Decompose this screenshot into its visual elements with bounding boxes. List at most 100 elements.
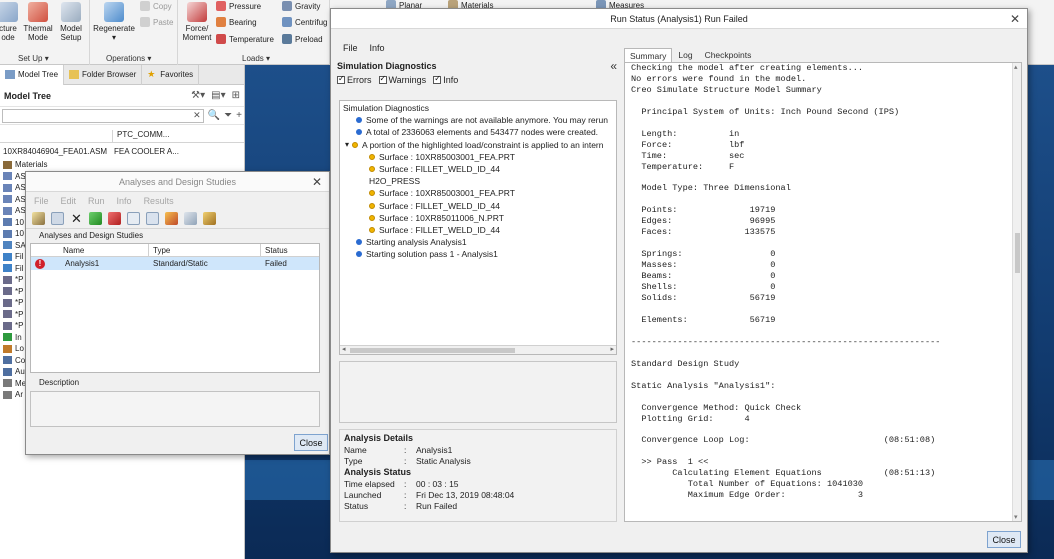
batch-icon[interactable] (203, 212, 216, 225)
show-icon[interactable]: ▤▾ (211, 90, 225, 101)
model-tree-header: Model Tree ⚒▾ ▤▾ ⊞ (0, 85, 244, 107)
col-status[interactable]: Status (261, 244, 319, 256)
thermal-mode-button[interactable]: Thermal Mode (22, 2, 54, 42)
close-button[interactable]: Close (987, 531, 1021, 548)
tab-checkpoints[interactable]: Checkpoints (699, 48, 758, 62)
paste-button[interactable]: Paste (140, 17, 173, 27)
preload-button[interactable]: Preload (282, 34, 323, 44)
warnings-checkbox[interactable]: Warnings (378, 74, 426, 85)
tab-summary[interactable]: Summary (624, 48, 673, 62)
delete-icon[interactable]: ✕ (70, 212, 83, 225)
diagnostic-item[interactable]: Surface : FILLET_WELD_ID_44 (340, 200, 616, 212)
find-icon[interactable]: 🔍 (208, 110, 220, 121)
close-icon[interactable]: ✕ (312, 175, 322, 189)
warning-icon (369, 214, 375, 221)
structure-mode-button[interactable]: cture ode (0, 2, 20, 42)
setup-group-label: Set Up ▾ (18, 54, 49, 63)
menu-results[interactable]: Results (144, 196, 174, 206)
tree-item-icon (3, 333, 12, 342)
menu-file[interactable]: File (34, 196, 49, 206)
preload-icon (282, 34, 292, 44)
tree-root[interactable]: 10XR84046904_FEA01.ASM FEA COOLER A... (0, 143, 244, 159)
horizontal-scrollbar[interactable]: ◂ ▸ (340, 345, 616, 354)
diagnostic-item[interactable]: A total of 2336063 elements and 543477 n… (340, 126, 616, 138)
diagnostic-item[interactable]: Surface : FILLET_WELD_ID_44 (340, 224, 616, 236)
edit-icon[interactable] (32, 212, 45, 225)
tree-item-icon (3, 195, 12, 204)
centrifugal-button[interactable]: Centrifug (282, 17, 327, 27)
diagnostic-item[interactable]: Starting solution pass 1 - Analysis1 (340, 248, 616, 260)
filter-icon[interactable]: ⏷ (224, 110, 232, 121)
operations-group: Regenerate ▾ Copy Paste Operations ▾ (90, 0, 178, 65)
review-results-icon[interactable] (146, 212, 159, 225)
add-column-icon[interactable]: + (236, 110, 242, 121)
tab-folder-browser[interactable]: Folder Browser (64, 64, 143, 85)
detail-row: Time elapsed:00 : 03 : 15 (344, 478, 459, 489)
close-icon[interactable]: ✕ (1010, 12, 1020, 26)
tab-favorites[interactable]: ★ Favorites (142, 64, 200, 85)
errors-checkbox[interactable]: Errors (337, 74, 372, 85)
tree-columns: PTC_COMM... (0, 125, 244, 143)
tree-item-icon (3, 264, 12, 273)
copy-icon (140, 1, 150, 11)
col-name[interactable]: Name (31, 244, 149, 256)
menu-file[interactable]: File (343, 43, 358, 53)
diagnostic-item[interactable]: Starting analysis Analysis1 (340, 236, 616, 248)
run-status-menubar: File Info (335, 39, 385, 56)
details-header: Analysis Details (344, 433, 414, 443)
diagnostic-item[interactable]: ▾ A portion of the highlighted load/const… (340, 139, 616, 151)
diagnostic-item[interactable]: Surface : 10XR85003001_FEA.PRT (340, 151, 616, 163)
model-setup-button[interactable]: Model Setup (56, 2, 86, 42)
tree-item-icon (3, 367, 12, 376)
copy-analysis-icon[interactable] (51, 212, 64, 225)
filter-tree-icon[interactable]: ⊞ (232, 90, 240, 101)
diagnostic-item[interactable]: Simulation Diagnostics (340, 102, 616, 114)
col-type[interactable]: Type (149, 244, 261, 256)
column-ptc-common[interactable]: PTC_COMM... (112, 130, 173, 142)
results-icon[interactable] (165, 212, 178, 225)
clear-search-icon[interactable]: ✕ (193, 110, 201, 121)
menu-run[interactable]: Run (88, 196, 105, 206)
settings-gear-icon[interactable] (184, 212, 197, 225)
settings-icon[interactable]: ⚒▾ (191, 90, 205, 101)
paste-icon (140, 17, 150, 27)
diagnostics-header-area: Simulation Diagnostics « Errors Warnings… (337, 59, 617, 87)
stop-run-icon[interactable] (108, 212, 121, 225)
diagnostic-item[interactable]: Some of the warnings are not available a… (340, 114, 616, 126)
bearing-button[interactable]: Bearing (216, 17, 257, 27)
vertical-scrollbar[interactable]: ▴ ▾ (1012, 63, 1021, 521)
diagnostic-item[interactable]: Surface : 10XR85003001_FEA.PRT (340, 187, 616, 199)
run-status-title: Run Status (Analysis1) Run Failed ✕ (331, 9, 1027, 29)
pressure-button[interactable]: Pressure (216, 1, 261, 11)
force-moment-button[interactable]: Force/ Moment (180, 2, 214, 42)
copy-button[interactable]: Copy (140, 1, 172, 11)
menu-info[interactable]: Info (370, 43, 385, 53)
diagnostics-list: Simulation Diagnostics Some of the warnin… (339, 100, 617, 355)
tree-item[interactable]: Materials (0, 159, 244, 171)
menu-edit[interactable]: Edit (61, 196, 77, 206)
tab-log[interactable]: Log (672, 48, 698, 62)
menu-info[interactable]: Info (117, 196, 132, 206)
start-run-icon[interactable] (89, 212, 102, 225)
status-icon[interactable] (127, 212, 140, 225)
diagnostics-filters: Errors Warnings Info (337, 73, 617, 87)
analyses-dialog-title: Analyses and Design Studies ✕ (26, 172, 329, 192)
table-row[interactable]: ! Analysis1 Standard/Static Failed (31, 257, 319, 270)
regenerate-button[interactable]: Regenerate ▾ (92, 2, 136, 42)
expand-icon[interactable]: ▾ (345, 140, 349, 149)
temperature-button[interactable]: Temperature (216, 34, 274, 44)
tab-model-tree[interactable]: Model Tree (0, 64, 65, 85)
tree-search-input[interactable]: ✕ (2, 108, 204, 123)
collapse-icon[interactable]: « (610, 59, 617, 73)
tree-item-icon (3, 275, 12, 284)
detail-row: Status: Run Failed (344, 500, 458, 511)
diagnostic-item[interactable]: Surface : FILLET_WELD_ID_44 (340, 163, 616, 175)
analyses-menubar: File Edit Run Info Results (26, 192, 329, 209)
diagnostics-title: Simulation Diagnostics (337, 61, 437, 71)
diagnostic-item[interactable]: H2O_PRESS (340, 175, 616, 187)
info-checkbox[interactable]: Info (433, 74, 458, 85)
loads-group-label: Loads ▾ (242, 54, 271, 63)
gravity-button[interactable]: Gravity (282, 1, 320, 11)
diagnostic-item[interactable]: Surface : 10XR85011006_N.PRT (340, 212, 616, 224)
close-button[interactable]: Close (294, 434, 328, 451)
